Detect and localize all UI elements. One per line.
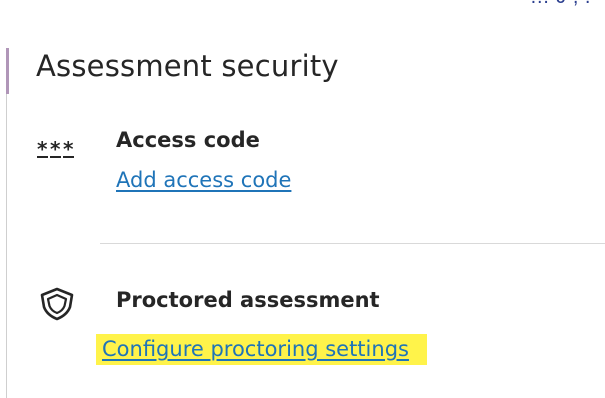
configure-proctoring-settings-link[interactable]: Configure proctoring settings (96, 334, 427, 365)
shield-icon (36, 286, 78, 322)
section-left-border (6, 94, 7, 398)
access-code-label: Access code (116, 128, 260, 152)
section-divider (100, 243, 605, 244)
section-title: Assessment security (36, 49, 339, 83)
proctored-assessment-label: Proctored assessment (116, 288, 380, 312)
section-accent-bar (6, 48, 9, 94)
add-access-code-link[interactable]: Add access code (116, 168, 291, 192)
cut-off-header-text: … J , . (530, 0, 591, 9)
asterisks-icon: * * * (36, 132, 78, 168)
